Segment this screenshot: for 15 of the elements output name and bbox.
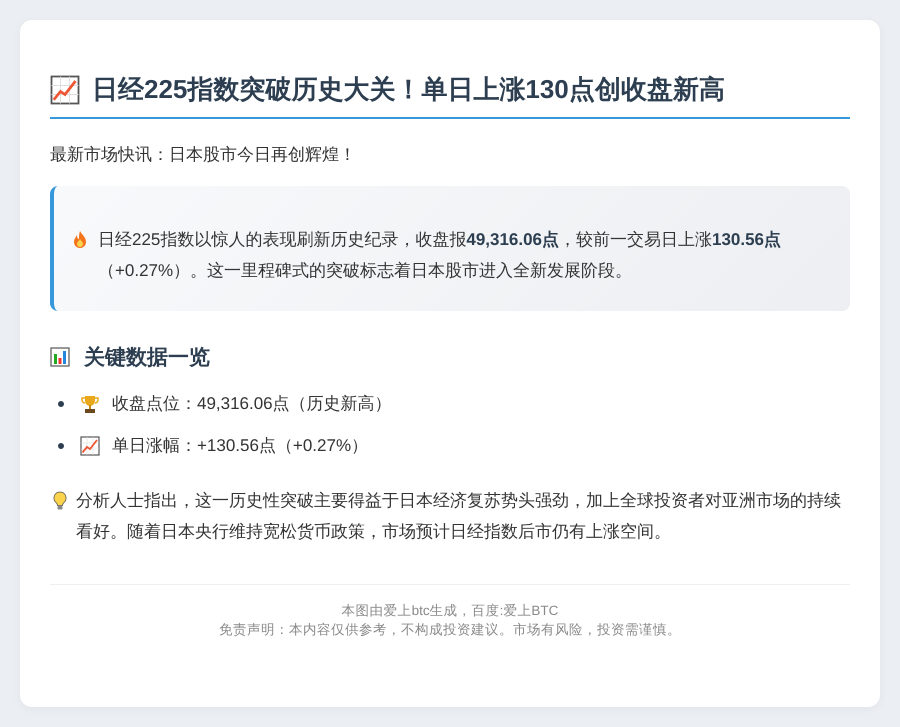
bullet [58,442,64,449]
line-chart-icon [80,436,100,456]
section-heading: 关键数据一览 [84,344,210,371]
highlight-text: 日经225指数以惊人的表现刷新历史纪录，收盘报49,316.06点，较前一交易日上涨130.56点（+0.27%）。这一里程碑式的突破标志着日本股市进入全新发展阶段。 [98,229,782,282]
line-chart-icon [50,74,80,104]
footer-text: 本图由爱上btc生成，百度:爱上BTC [342,602,558,620]
analysis-text: 分析人士指出，这一历史性突破主要得益于日本经济复苏势头强劲，加上全球投资者对亚洲市场的持续看好。随着日本央行维持宽松货币政策，市场预计日经指数后市仍有上涨空间。 [76,490,842,544]
bar-chart-icon [50,346,70,367]
article-title: 日经225指数突破历史大关！单日上涨130点创收盘新高 [92,73,725,106]
bullet [58,400,64,407]
intro-text: 最新市场快讯：日本股市今日再创辉煌！ [50,144,357,166]
footer-text: 免责声明：本内容仅供参考，不构成投资建议。市场有风险，投资需谨慎。 [219,621,681,640]
key-point-text: 单日涨幅：+130.56点（+0.27%） [112,435,368,458]
trophy-icon [80,394,100,414]
key-point-text: 收盘点位：49,316.06点（历史新高） [112,393,392,416]
